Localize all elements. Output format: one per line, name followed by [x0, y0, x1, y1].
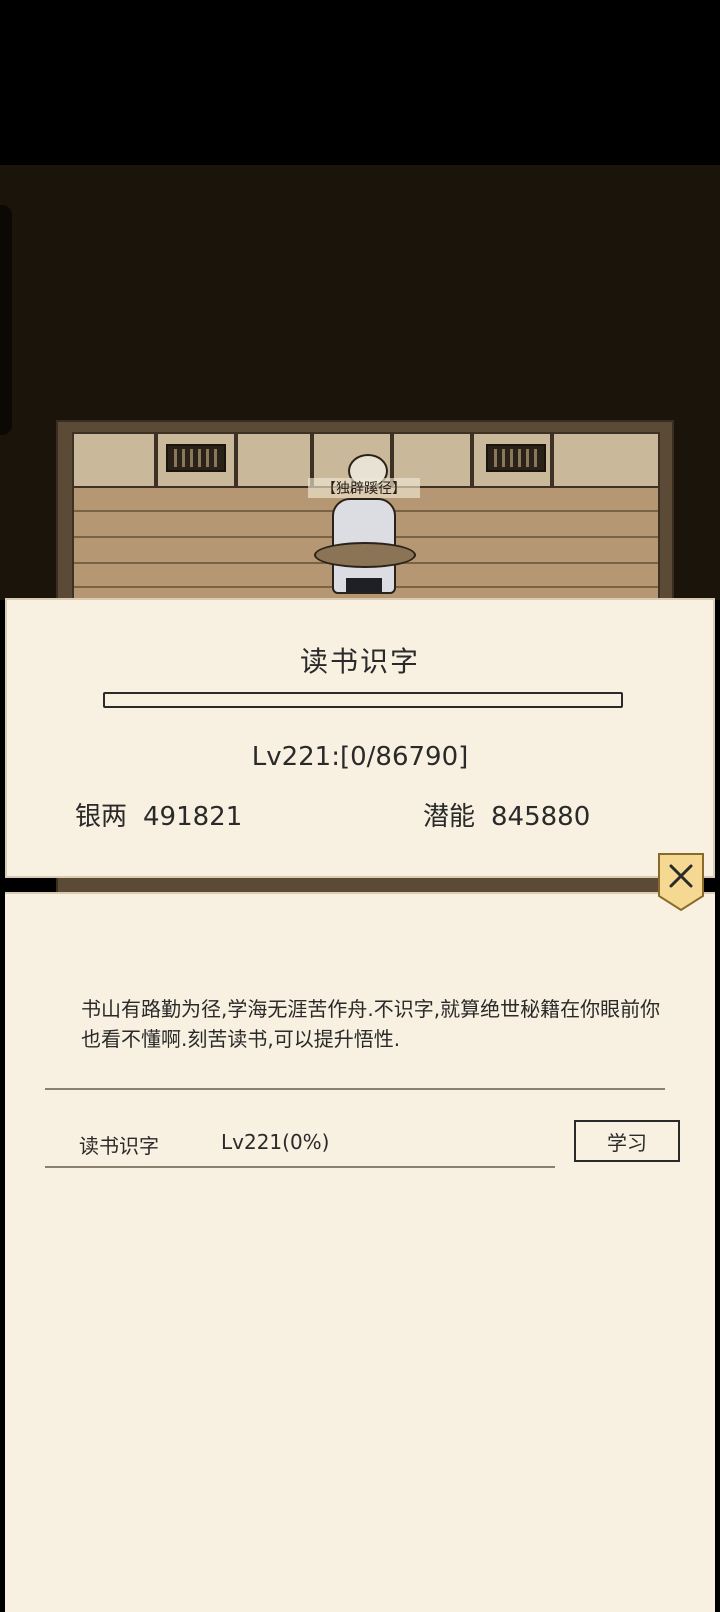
- potential-stat: 潜能 845880: [423, 796, 590, 833]
- divider-top: [45, 1088, 665, 1090]
- character-straw-hat: [314, 542, 416, 568]
- dialog-title: 读书识字: [299, 645, 420, 678]
- potential-value: 845880: [491, 802, 591, 832]
- window-right: [486, 444, 546, 472]
- skill-row-name: 读书识字: [79, 1134, 159, 1158]
- window-left: [166, 444, 226, 472]
- close-button[interactable]: [657, 852, 705, 912]
- divider-bottom: [45, 1166, 555, 1168]
- learn-button[interactable]: 学习: [574, 1120, 680, 1162]
- level-experience-text: Lv221:[0/86790]: [251, 742, 469, 772]
- experience-progress-bar: [103, 692, 623, 708]
- skill-row-level: Lv221(0%): [221, 1130, 330, 1154]
- skill-info-panel: 读书识字 Lv221:[0/86790] 银两 491821 潜能 845880: [5, 598, 715, 878]
- silver-stat: 银两 491821: [75, 796, 242, 833]
- skill-list-panel: 书山有路勤为径,学海无涯苦作舟.不识字,就算绝世秘籍在你眼前你也看不懂啊.刻苦读…: [5, 892, 715, 1612]
- character-title: 【独辟蹊径】: [308, 478, 420, 498]
- silver-label: 银两: [75, 802, 128, 832]
- skill-description: 书山有路勤为径,学海无涯苦作舟.不识字,就算绝世秘籍在你眼前你也看不懂啊.刻苦读…: [81, 997, 661, 1051]
- side-edge-tab: [0, 205, 12, 435]
- character-feet: [346, 578, 382, 592]
- close-icon: [658, 853, 704, 912]
- silver-value: 491821: [143, 802, 243, 832]
- potential-label: 潜能: [423, 802, 476, 832]
- player-character[interactable]: 【独辟蹊径】: [308, 450, 420, 600]
